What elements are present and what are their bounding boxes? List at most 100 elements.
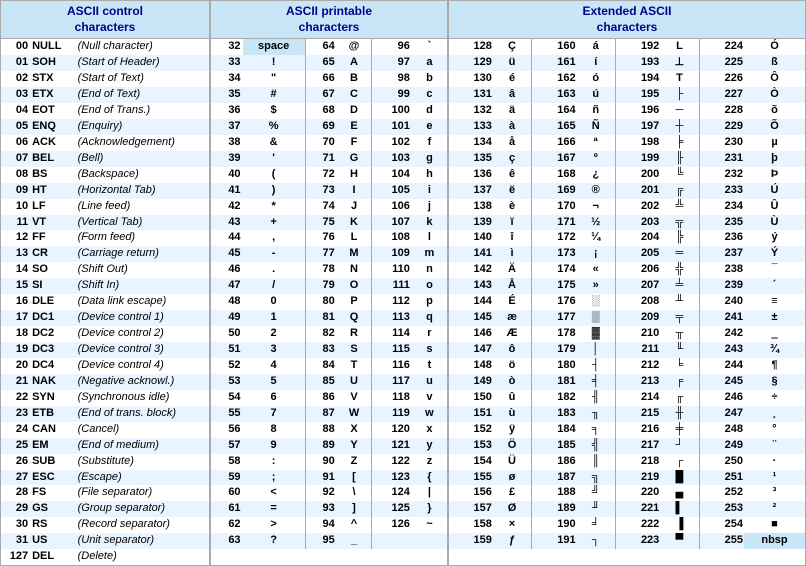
table-row: 144 É 176 ░ 208 ╨ 240 ≡ <box>449 294 805 310</box>
code-number: 204 <box>615 230 660 246</box>
code-name: ETB <box>30 406 76 422</box>
table-row: 41 ) 73 I 105 i <box>211 183 447 199</box>
code-number: 12 <box>1 230 30 246</box>
printable-char: V <box>337 390 372 406</box>
printable-char: U <box>337 374 372 390</box>
code-number: 21 <box>1 374 30 390</box>
extended-char: Ö <box>493 438 532 454</box>
extended-char: µ <box>744 135 805 151</box>
extended-char: ò <box>493 374 532 390</box>
table-row: 136 ê 168 ¿ 200 ╚ 232 Þ <box>449 167 805 183</box>
table-row: 130 é 162 ó 194 T 226 Ô <box>449 71 805 87</box>
code-number: 49 <box>211 310 243 326</box>
code-number: 221 <box>615 501 660 517</box>
extended-char: î <box>493 230 532 246</box>
extended-char: ¶ <box>744 358 805 374</box>
code-number: 177 <box>532 310 577 326</box>
code-number: 163 <box>532 87 577 103</box>
extended-char: ╦ <box>660 215 699 231</box>
code-number: 239 <box>699 278 744 294</box>
code-number: 245 <box>699 374 744 390</box>
table-row: 04 EOT (End of Trans.) <box>1 103 209 119</box>
printable-char: B <box>337 71 372 87</box>
code-number: 237 <box>699 246 744 262</box>
code-number: 156 <box>449 485 493 501</box>
code-number: 158 <box>449 517 493 533</box>
code-number: 121 <box>372 438 412 454</box>
code-number: 67 <box>305 87 337 103</box>
code-number: 72 <box>305 167 337 183</box>
table-row: 16 DLE (Data link escape) <box>1 294 209 310</box>
extended-char: ║ <box>577 454 616 470</box>
printable-char: ( <box>243 167 306 183</box>
extended-char: Ò <box>744 87 805 103</box>
table-row: 36 $ 68 D 100 d <box>211 103 447 119</box>
code-description: (Vertical Tab) <box>76 215 209 231</box>
code-description: (End of medium) <box>76 438 209 454</box>
code-number: 153 <box>449 438 493 454</box>
extended-char: ╠ <box>660 230 699 246</box>
table-row: 28 FS (File separator) <box>1 485 209 501</box>
ascii-printable-section: ASCII printablecharacters 32 space 64 @ … <box>210 0 448 566</box>
code-number: 113 <box>372 310 412 326</box>
printable-char: ; <box>243 470 306 486</box>
extended-char: Þ <box>744 167 805 183</box>
table-row: 131 â 163 ú 195 ├ 227 Ò <box>449 87 805 103</box>
extended-char: ì <box>493 246 532 262</box>
code-description: (End of trans. block) <box>76 406 209 422</box>
table-row: 09 HT (Horizontal Tab) <box>1 183 209 199</box>
code-number: 215 <box>615 406 660 422</box>
extended-char: ▐ <box>660 517 699 533</box>
extended-char: T <box>660 71 699 87</box>
printable-char: A <box>337 55 372 71</box>
code-number: 76 <box>305 230 337 246</box>
printable-char <box>412 533 447 549</box>
code-number: 02 <box>1 71 30 87</box>
code-name: ETX <box>30 87 76 103</box>
code-description: (Shift In) <box>76 278 209 294</box>
code-number: 202 <box>615 199 660 215</box>
code-number: 103 <box>372 151 412 167</box>
extended-char: ¿ <box>577 167 616 183</box>
code-name: FF <box>30 230 76 246</box>
code-number: 137 <box>449 183 493 199</box>
printable-char: } <box>412 501 447 517</box>
ascii-control-section: ASCII controlcharacters 00 NULL (Null ch… <box>0 0 210 566</box>
table-row: 30 RS (Record separator) <box>1 517 209 533</box>
table-row: 146 Æ 178 ▓ 210 ╥ 242 ‗ <box>449 326 805 342</box>
table-row: 10 LF (Line feed) <box>1 199 209 215</box>
code-number: 03 <box>1 87 30 103</box>
code-number: 247 <box>699 406 744 422</box>
code-number: 22 <box>1 390 30 406</box>
code-number: 108 <box>372 230 412 246</box>
printable-char: Z <box>337 454 372 470</box>
code-number: 46 <box>211 262 243 278</box>
table-row: 134 å 166 ª 198 ╞ 230 µ <box>449 135 805 151</box>
code-number: 169 <box>532 183 577 199</box>
code-name: SO <box>30 262 76 278</box>
code-number: 130 <box>449 71 493 87</box>
code-number: 222 <box>615 517 660 533</box>
table-row: 14 SO (Shift Out) <box>1 262 209 278</box>
code-number: 05 <box>1 119 30 135</box>
extended-char: ö <box>493 358 532 374</box>
printable-char: [ <box>337 470 372 486</box>
extended-char: £ <box>493 485 532 501</box>
extended-char: ó <box>577 71 616 87</box>
extended-char: ù <box>493 406 532 422</box>
printable-char: R <box>337 326 372 342</box>
code-number: 192 <box>615 39 660 55</box>
table-row: 128 Ç 160 á 192 L 224 Ó <box>449 39 805 55</box>
code-number: 29 <box>1 501 30 517</box>
printable-char: 6 <box>243 390 306 406</box>
extended-char: ┤ <box>577 358 616 374</box>
table-row: 62 > 94 ^ 126 ~ <box>211 517 447 533</box>
code-number: 68 <box>305 103 337 119</box>
table-row: 03 ETX (End of Text) <box>1 87 209 103</box>
printable-char: z <box>412 454 447 470</box>
code-name: EOT <box>30 103 76 119</box>
printable-char: v <box>412 390 447 406</box>
extended-char: ² <box>744 501 805 517</box>
printable-char: m <box>412 246 447 262</box>
code-number: 142 <box>449 262 493 278</box>
